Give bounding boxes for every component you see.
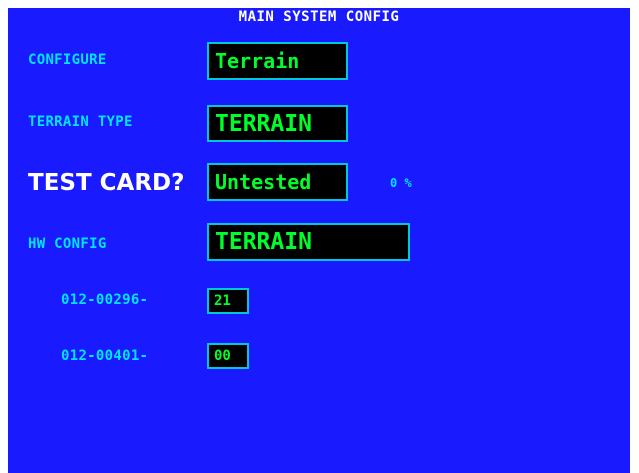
hw-config-field[interactable]: TERRAIN [207, 223, 410, 261]
configure-field[interactable]: Terrain [207, 42, 348, 80]
hw-config-value: TERRAIN [215, 229, 312, 255]
config-screen: MAIN SYSTEM CONFIG CONFIGURE Terrain TER… [8, 8, 630, 473]
part-number-value-1: 21 [214, 293, 231, 309]
part-number-label-2: 012-00401- [61, 348, 149, 364]
part-number-field-2[interactable]: 00 [207, 343, 249, 369]
terrain-type-label: TERRAIN TYPE [28, 114, 133, 130]
part-number-value-2: 00 [214, 348, 231, 364]
configure-label: CONFIGURE [28, 52, 107, 68]
part-number-field-1[interactable]: 21 [207, 288, 249, 314]
terrain-type-field[interactable]: TERRAIN [207, 105, 348, 142]
page-title: MAIN SYSTEM CONFIG [238, 9, 400, 25]
test-card-field[interactable]: Untested [207, 163, 348, 201]
configure-value: Terrain [215, 49, 300, 73]
test-card-percent: 0 % [390, 176, 412, 190]
part-number-label-1: 012-00296- [61, 292, 149, 308]
test-card-label: TEST CARD? [28, 170, 185, 196]
hw-config-label: HW CONFIG [28, 236, 107, 252]
terrain-type-value: TERRAIN [215, 110, 312, 137]
test-card-value: Untested [215, 170, 312, 194]
